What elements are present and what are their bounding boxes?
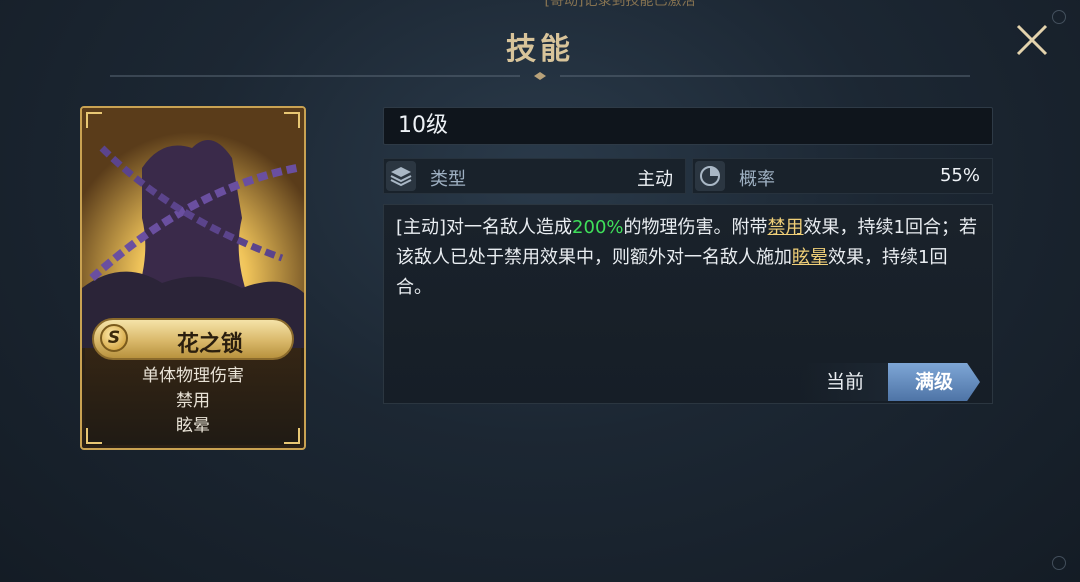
- layers-icon: [386, 161, 416, 191]
- damage-value: 200%: [572, 217, 624, 238]
- skill-name: 花之锁: [176, 332, 243, 357]
- stat-value: 主动: [637, 169, 673, 190]
- skill-name-bar: S 花之锁: [92, 318, 294, 360]
- skill-card: S 花之锁 单体物理伤害 禁用 眩晕: [80, 106, 306, 450]
- stat-label: 类型: [430, 169, 466, 190]
- stat-chance: 概率 55%: [692, 158, 993, 194]
- tab-current-level[interactable]: 当前: [800, 363, 890, 401]
- frame-gem-icon: [1052, 10, 1066, 24]
- page-title: 技能: [506, 32, 574, 67]
- skill-level: 10级: [383, 107, 993, 145]
- card-corner: [86, 112, 102, 128]
- skill-art-icon: [82, 108, 304, 348]
- card-corner: [284, 112, 300, 128]
- top-notification: [寄动]记录到技能已激活: [544, 0, 696, 9]
- skill-tag: 眩晕: [176, 416, 210, 436]
- stat-type: 类型 主动: [383, 158, 686, 194]
- stat-label: 概率: [739, 169, 775, 190]
- card-corner: [284, 428, 300, 444]
- stat-value: 55%: [939, 165, 980, 186]
- keyword-disable-link[interactable]: 禁用: [768, 217, 804, 238]
- pie-chart-icon: [695, 161, 725, 191]
- desc-text: 的物理伤害。附带: [623, 217, 768, 238]
- skill-tag: 单体物理伤害: [142, 366, 244, 386]
- title-divider: [110, 72, 970, 80]
- desc-text: [主动]对一名敌人造成: [396, 217, 573, 238]
- keyword-stun-link[interactable]: 眩晕: [792, 247, 828, 268]
- tab-max-level[interactable]: 满级: [888, 363, 980, 401]
- skill-tag: 禁用: [176, 391, 210, 411]
- rank-badge: S: [100, 324, 128, 352]
- card-corner: [86, 428, 102, 444]
- skill-tags: 单体物理伤害 禁用 眩晕: [82, 364, 304, 439]
- frame-gem-icon: [1052, 556, 1066, 570]
- close-icon[interactable]: [1012, 20, 1052, 60]
